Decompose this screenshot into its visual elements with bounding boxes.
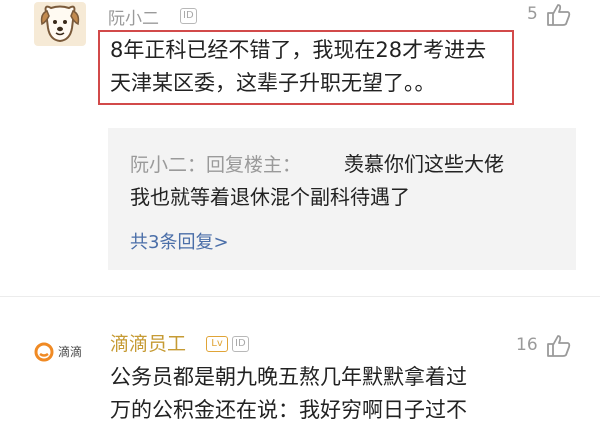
username[interactable]: 滴滴员工: [110, 329, 186, 356]
comment-text: 公务员都是朝九晚五熬几年默默拿着过 万的公积金还在说：我好穷啊日子过不: [110, 365, 467, 422]
level-badge: Lv: [206, 336, 228, 352]
reply-text-line1: 羡慕你们这些大佬: [344, 152, 504, 176]
avatar[interactable]: [34, 2, 86, 46]
reply-text-line2: 我也就等着退休混个副科待遇了: [130, 185, 410, 209]
dog-avatar-icon: [40, 5, 80, 43]
more-replies-link[interactable]: 共3条回复>: [130, 228, 229, 254]
thumbs-up-icon[interactable]: [546, 334, 572, 358]
didi-logo-text: 滴滴: [58, 345, 83, 359]
like-count: 5: [527, 4, 538, 24]
id-badge: ID: [180, 8, 197, 24]
divider: [0, 296, 600, 297]
reply-prefix[interactable]: 阮小二：回复楼主：: [130, 150, 301, 177]
username[interactable]: 阮小二: [108, 4, 159, 29]
didi-logo-icon[interactable]: 滴滴: [34, 340, 94, 368]
like-count: 16: [516, 335, 538, 355]
comment-text: 8年正科已经不错了，我现在28才考进去 天津某区委，这辈子升职无望了。。: [110, 38, 487, 95]
thumbs-up-icon[interactable]: [546, 3, 572, 27]
id-badge: ID: [232, 336, 249, 352]
